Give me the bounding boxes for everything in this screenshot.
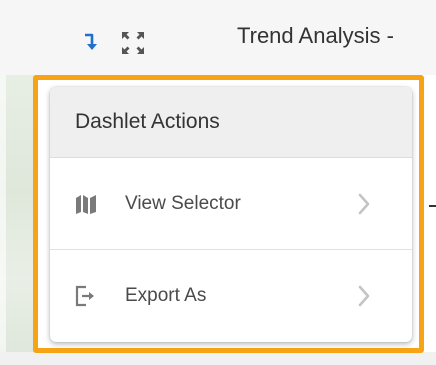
chevron-right-icon xyxy=(358,193,370,214)
export-icon xyxy=(75,285,94,307)
menu-title: Dashlet Actions xyxy=(75,110,220,133)
map-icon xyxy=(76,194,96,214)
chevron-right-icon xyxy=(358,285,370,307)
menu-item-label: Export As xyxy=(125,285,207,306)
menu-item-export-as[interactable]: Export As xyxy=(50,250,412,342)
dashlet-footer-strip xyxy=(0,352,436,365)
dashlet-actions-menu: Dashlet Actions View Selector Export As xyxy=(50,87,412,342)
expand-icon[interactable] xyxy=(120,30,146,56)
map-edge xyxy=(0,75,6,365)
menu-item-view-selector[interactable]: View Selector xyxy=(50,158,412,250)
chart-tick-mark xyxy=(429,205,436,207)
menu-item-label: View Selector xyxy=(125,192,241,214)
drill-down-arrow-icon[interactable] xyxy=(82,32,98,52)
menu-header: Dashlet Actions xyxy=(50,87,412,158)
dashlet-title: Trend Analysis - xyxy=(237,23,394,48)
